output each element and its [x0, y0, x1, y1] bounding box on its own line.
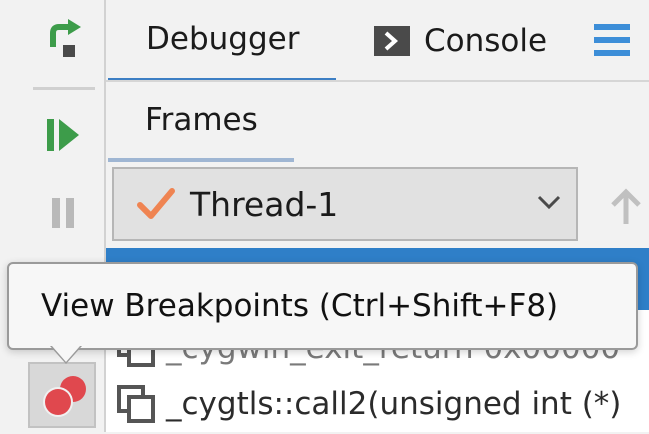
- tooltip: View Breakpoints (Ctrl+Shift+F8): [7, 262, 638, 350]
- restart-button[interactable]: [32, 12, 94, 70]
- pause-icon: [43, 193, 83, 237]
- chevron-down-icon: [536, 193, 562, 215]
- tab-frames-label: Frames: [145, 102, 258, 138]
- tooltip-text: View Breakpoints (Ctrl+Shift+F8): [41, 288, 559, 324]
- debug-toolbar: [0, 0, 104, 432]
- checkmark-icon: [136, 187, 176, 221]
- tab-debugger-label: Debugger: [146, 21, 300, 57]
- debugger-panel: Debugger Console Frames Thread-1 _cygtls…: [106, 0, 649, 432]
- tab-console-label: Console: [424, 23, 548, 59]
- arrow-up-icon: [609, 188, 643, 230]
- console-icon: [374, 26, 410, 56]
- toolbar-separator: [33, 87, 95, 90]
- tab-frames[interactable]: Frames: [108, 82, 294, 162]
- tab-debugger[interactable]: Debugger: [108, 0, 336, 82]
- tooltip-pointer-fill: [52, 346, 80, 362]
- view-breakpoints-button[interactable]: [28, 362, 96, 428]
- tab-bar: Debugger Console: [106, 0, 649, 82]
- frame-row[interactable]: _cygtls::call2(unsigned int (*): [106, 374, 649, 434]
- view-breakpoints-icon: [40, 372, 90, 426]
- frame-label: _cygtls::call2(unsigned int (*): [166, 386, 622, 422]
- hamburger-menu-icon[interactable]: [592, 22, 632, 62]
- tab-console[interactable]: Console: [372, 0, 582, 82]
- resume-icon: [41, 115, 85, 159]
- thread-dropdown-value: Thread-1: [190, 184, 339, 224]
- previous-frame-button[interactable]: [609, 188, 643, 230]
- stack-frame-icon: [116, 384, 156, 424]
- pause-button[interactable]: [32, 186, 94, 244]
- restart-icon: [41, 17, 85, 65]
- thread-dropdown[interactable]: Thread-1: [112, 167, 578, 241]
- resume-button[interactable]: [32, 108, 94, 166]
